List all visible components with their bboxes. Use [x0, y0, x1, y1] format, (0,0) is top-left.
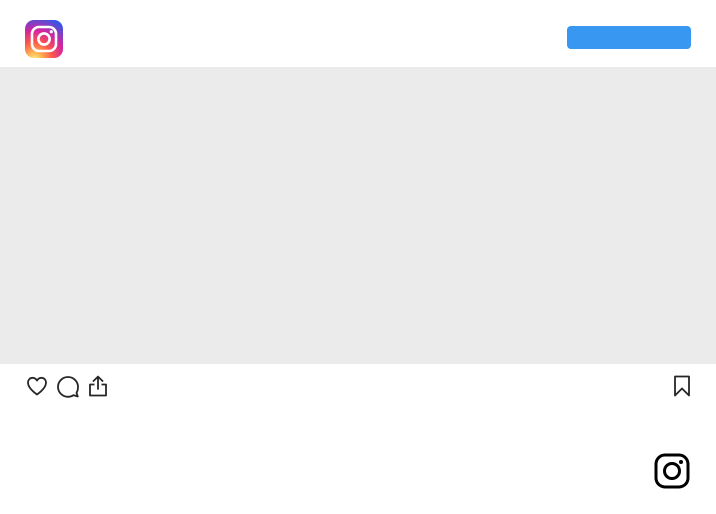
heart-icon[interactable] [25, 374, 49, 398]
bookmark-icon[interactable] [670, 374, 694, 398]
embed-header [0, 0, 716, 67]
instagram-color-logo-icon[interactable] [25, 20, 63, 58]
share-icon[interactable] [86, 374, 110, 398]
instagram-embed-card [0, 0, 716, 514]
action-bar [0, 364, 716, 408]
view-profile-button[interactable] [567, 26, 691, 49]
post-media-placeholder[interactable] [0, 67, 716, 364]
comment-icon[interactable] [56, 374, 80, 398]
instagram-glyph-icon[interactable] [654, 453, 690, 489]
